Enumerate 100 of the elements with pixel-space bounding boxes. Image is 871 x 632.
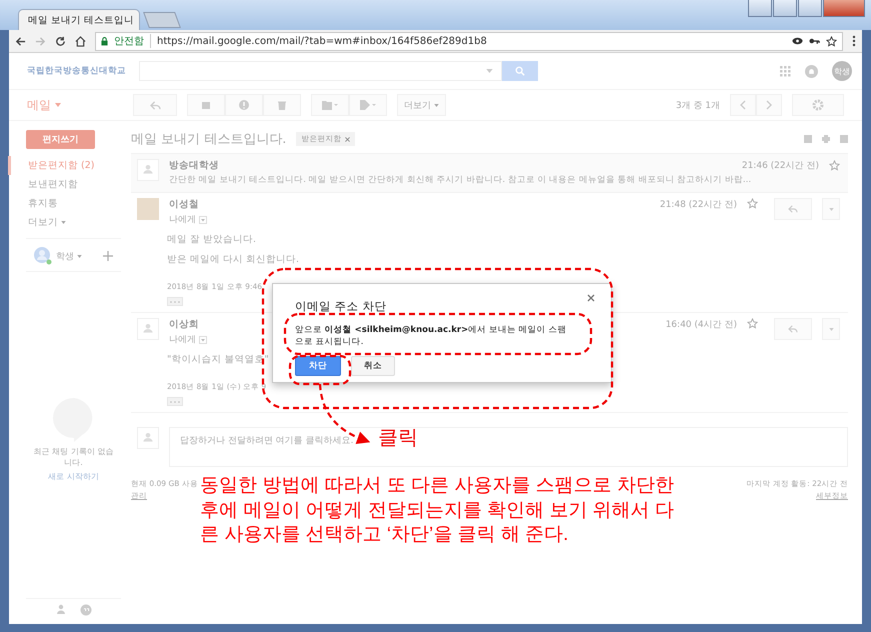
person-icon xyxy=(137,427,159,449)
trash-icon xyxy=(277,100,287,110)
star-icon[interactable] xyxy=(829,160,840,171)
folder-icon xyxy=(322,100,338,110)
reply-icon xyxy=(788,325,798,333)
recipient-text: 나에게 xyxy=(169,334,196,346)
reload-icon[interactable] xyxy=(55,36,66,46)
tab-title: 메일 보내기 테스트입니 xyxy=(28,14,134,26)
folder-item[interactable]: 받은편지함 (2) xyxy=(8,156,121,175)
button-highlight xyxy=(288,354,352,386)
caret-icon[interactable] xyxy=(486,69,493,73)
show-trimmed-button[interactable] xyxy=(167,397,183,406)
reply-button[interactable] xyxy=(774,318,812,340)
message-time: 21:48 (22시간 전) xyxy=(660,199,737,211)
show-trimmed-button[interactable] xyxy=(167,297,183,306)
message-body-line: "학이시습지 불역열호" xyxy=(167,353,269,366)
home-icon[interactable] xyxy=(75,36,86,46)
reply-button[interactable] xyxy=(133,94,177,116)
star-icon[interactable] xyxy=(747,318,758,329)
more-options-button[interactable] xyxy=(822,198,840,220)
back-icon[interactable] xyxy=(15,36,26,46)
spam-button[interactable] xyxy=(225,94,263,116)
dialog-message: 앞으로 이성철 <silkheim@knou.ac.kr>에서 보내는 메일이 스팸으로 표시됩니다. xyxy=(295,325,567,349)
archive-button[interactable] xyxy=(187,94,225,116)
thread-subject: 메일 보내기 테스트입니다. xyxy=(131,131,286,148)
compose-button[interactable]: 편지쓰기 xyxy=(26,130,95,149)
cancel-button[interactable]: 취소 xyxy=(351,356,395,376)
message-body-line: 메일 잘 받았습니다. xyxy=(167,233,256,246)
reply-button[interactable] xyxy=(774,198,812,220)
folder-item[interactable]: 보낸편지함 xyxy=(8,175,121,194)
key-icon[interactable] xyxy=(809,37,820,45)
person-icon xyxy=(137,159,159,181)
logo-text: 국립한국방송통신대학교 xyxy=(27,65,126,77)
message-time: 21:46 (22시간 전) xyxy=(742,160,819,172)
add-icon[interactable] xyxy=(103,251,113,261)
remove-label-icon[interactable] xyxy=(345,136,350,142)
print-icon[interactable] xyxy=(822,135,830,143)
search-button[interactable] xyxy=(502,61,538,81)
caret-icon xyxy=(77,254,82,258)
more-folders-item[interactable]: 더보기 xyxy=(8,213,121,232)
reply-icon xyxy=(788,205,798,213)
label-button[interactable] xyxy=(349,94,387,116)
more-button[interactable]: 더보기 xyxy=(397,94,446,116)
browser-tab[interactable]: 메일 보내기 테스트입니 xyxy=(18,9,140,30)
chat-empty-text: 최근 채팅 기록이 없습니다. xyxy=(32,446,114,468)
lock-icon xyxy=(101,36,108,46)
star-icon[interactable] xyxy=(826,36,837,46)
more-options-button[interactable] xyxy=(822,318,840,340)
reply-icon xyxy=(150,100,160,110)
apps-grid-icon[interactable] xyxy=(779,65,791,77)
exclamation-icon xyxy=(239,100,249,110)
user-button[interactable] xyxy=(748,0,772,17)
next-button[interactable] xyxy=(756,94,782,116)
chevron-right-icon xyxy=(766,100,772,110)
security-label: 안전함 xyxy=(114,34,151,48)
menu-icon[interactable] xyxy=(852,35,856,47)
caret-icon xyxy=(434,104,439,106)
sender-name: 이상희 xyxy=(169,318,199,331)
close-window-button[interactable] xyxy=(823,0,865,17)
address-bar[interactable]: 안전함 https://mail.google.com/mail/?tab=wm#inbox/164f586ef289d1b8 xyxy=(95,32,843,50)
dialog-title: 이메일 주소 차단 xyxy=(295,299,388,314)
search-icon xyxy=(515,66,525,76)
person-icon[interactable] xyxy=(56,604,66,614)
forward-icon[interactable] xyxy=(35,36,46,46)
caret-icon xyxy=(828,328,834,330)
annotation-note: 동일한 방법에 따라서 또 다른 사용자를 스팸으로 차단한 후에 메일이 어떻게 전달되는지를 확인해 보기 위해서 다른 사용자를 선택하고 ‘차단’을 클릭 해 준다. xyxy=(200,474,675,548)
mail-menu[interactable]: 메일 xyxy=(27,96,123,114)
dropdown-icon[interactable] xyxy=(199,216,207,224)
caret-icon xyxy=(55,103,61,107)
account-avatar[interactable]: 학생 xyxy=(832,61,852,81)
click-annotation: 클릭 xyxy=(378,426,418,451)
message-time: 16:40 (4시간 전) xyxy=(666,319,737,331)
minimize-button[interactable] xyxy=(773,0,797,17)
close-icon[interactable] xyxy=(587,294,595,302)
tag-icon xyxy=(360,100,376,110)
message-snippet: 간단한 메일 보내기 테스트입니다. 메일 받으시면 간단하게 회신해 주시기 바랍니다. 참고로 이 내용은 메뉴얼을 통해 배포되니 참고하시기 바랍... xyxy=(169,174,752,186)
caret-icon xyxy=(61,221,66,224)
star-icon[interactable] xyxy=(747,198,758,209)
notification-bell-icon[interactable] xyxy=(805,64,818,78)
user-avatar-icon xyxy=(34,247,52,265)
chevron-left-icon xyxy=(740,100,746,110)
new-tab-button[interactable] xyxy=(143,12,181,28)
move-button[interactable] xyxy=(311,94,349,116)
folder-item[interactable]: 휴지통 xyxy=(8,194,121,213)
sender-name: 방송대학생 xyxy=(169,159,219,172)
message-body-line: 받은 메일에 다시 회신합니다. xyxy=(167,253,300,266)
settings-button[interactable] xyxy=(792,94,844,116)
start-chat-link[interactable]: 새로 시작하기 xyxy=(48,471,99,482)
search-field[interactable] xyxy=(139,61,502,81)
pagination-text: 3개 중 1개 xyxy=(676,100,720,112)
maximize-button[interactable] xyxy=(798,0,822,17)
previous-button[interactable] xyxy=(730,94,756,116)
sender-name: 이성철 xyxy=(169,198,199,211)
user-name[interactable]: 학생 xyxy=(56,250,82,262)
dropdown-icon[interactable] xyxy=(199,336,207,344)
block-button[interactable]: 차단 xyxy=(295,356,341,376)
caret-icon xyxy=(828,208,834,210)
eye-icon[interactable] xyxy=(792,37,803,45)
delete-button[interactable] xyxy=(263,94,301,116)
settings-icon xyxy=(812,99,824,111)
